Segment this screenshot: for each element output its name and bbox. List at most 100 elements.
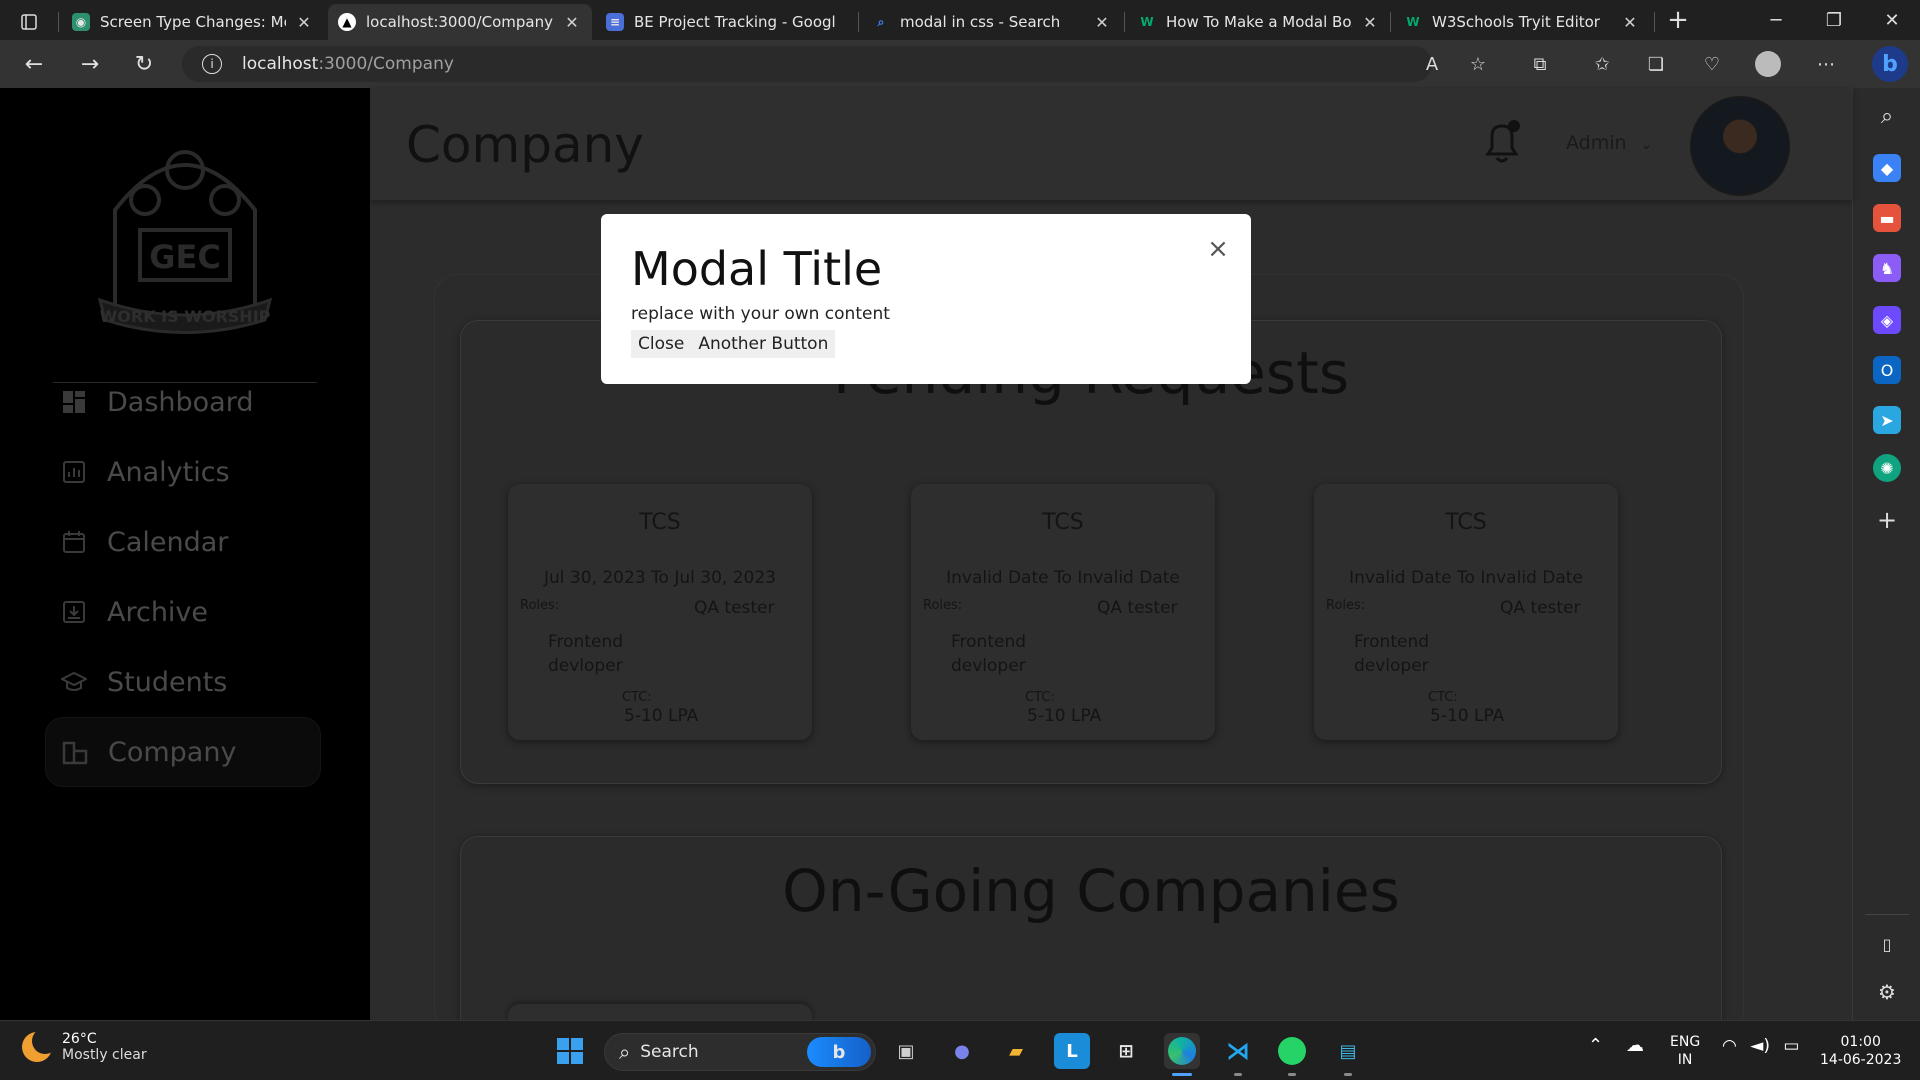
onedrive-button[interactable]: ☁ (1626, 1037, 1644, 1055)
close-window-button[interactable]: ✕ (1864, 0, 1920, 40)
roles-label: Roles: (1326, 598, 1366, 613)
url-field[interactable]: i localhost:3000/Company (182, 46, 1432, 82)
office-icon: ◈ (1880, 310, 1894, 330)
outlook-icon: O (1880, 360, 1894, 380)
refresh-button[interactable]: ↻ (126, 48, 162, 80)
back-button[interactable]: ← (16, 48, 52, 80)
sidebar-item-analytics[interactable]: Analytics (45, 437, 321, 507)
calendar-icon (61, 529, 87, 555)
avatar[interactable] (1690, 96, 1790, 196)
shopping-button[interactable]: ◆ (1873, 154, 1901, 182)
info-icon[interactable]: i (202, 54, 222, 74)
office-button[interactable]: ◈ (1873, 306, 1901, 334)
extensions-button[interactable]: ⧉ (1526, 50, 1554, 78)
archive-icon (61, 599, 87, 625)
request-card[interactable]: TCS Jul 30, 2023 To Jul 30, 2023 Roles: … (508, 484, 812, 740)
sidebar-item-company[interactable]: Company (45, 717, 321, 787)
svg-text:WORK IS WORSHIP: WORK IS WORSHIP (100, 307, 271, 326)
ctc-label: CTC: (1428, 690, 1458, 705)
puzzle-icon: ⧉ (1533, 53, 1547, 75)
modal-close-button[interactable]: Close (631, 334, 691, 354)
role-item: Frontend devloper (1354, 632, 1430, 676)
teams-chat-button[interactable]: ● (944, 1033, 980, 1069)
bing-icon[interactable]: b (807, 1037, 871, 1067)
date-range: Invalid Date To Invalid Date (1349, 568, 1583, 588)
notification-bell-icon[interactable] (1480, 118, 1524, 166)
url-path: :3000/Company (318, 54, 454, 74)
roles-label: Roles: (923, 598, 963, 613)
minimize-button[interactable]: ─ (1748, 0, 1804, 40)
tab-tryit-editor[interactable]: W W3Schools Tryit Editor ✕ (1394, 4, 1650, 40)
collections-button[interactable]: ❏ (1642, 50, 1670, 78)
sidebar-item-archive[interactable]: Archive (45, 577, 321, 647)
app-sidebar: GEC WORK IS WORSHIP Dashboard Analytics … (0, 88, 370, 1020)
tab-close-icon[interactable]: ✕ (1092, 13, 1112, 32)
chat-icon: ● (954, 1040, 970, 1062)
restore-button[interactable]: ❐ (1806, 0, 1862, 40)
show-hidden-icons-button[interactable]: ⌃ (1588, 1037, 1603, 1055)
new-tab-button[interactable]: + (1650, 0, 1706, 40)
settings-menu-button[interactable]: ⋯ (1812, 50, 1840, 78)
tab-close-icon[interactable]: ✕ (1360, 13, 1380, 32)
forward-button[interactable]: → (72, 48, 108, 80)
tab-modal-box[interactable]: W How To Make a Modal Box ✕ (1128, 4, 1390, 40)
vscode-button[interactable]: ⋊ (1220, 1033, 1256, 1069)
toolbox-icon: ▬ (1879, 208, 1895, 228)
tab-be-project[interactable]: ≡ BE Project Tracking - Googl (596, 4, 858, 40)
request-card[interactable]: TCS Invalid Date To Invalid Date Roles: … (911, 484, 1215, 740)
l-app-button[interactable]: L (1054, 1033, 1090, 1069)
modal-close-icon[interactable]: × (1203, 234, 1233, 264)
tools-button[interactable]: ▬ (1873, 204, 1901, 232)
user-dropdown[interactable]: Admin ⌄ (1566, 132, 1652, 154)
chatgpt-button[interactable]: ✺ (1873, 454, 1901, 482)
date-range: Jul 30, 2023 To Jul 30, 2023 (544, 568, 776, 588)
favorite-button[interactable]: ☆ (1464, 50, 1492, 78)
edge-search-button[interactable]: ⌕ (1873, 102, 1901, 130)
performance-button[interactable]: ♡ (1698, 50, 1726, 78)
search-label: Search (640, 1042, 699, 1062)
read-aloud-button[interactable]: A (1418, 50, 1446, 78)
notepad-button[interactable]: ▤ (1330, 1033, 1366, 1069)
bing-chat-button[interactable]: b (1872, 46, 1908, 82)
tab-close-icon[interactable]: ✕ (294, 13, 314, 32)
profile-button[interactable] (1754, 50, 1782, 78)
collections-icon: ❏ (1647, 53, 1665, 75)
add-sidebar-app-button[interactable]: + (1873, 506, 1901, 534)
sidebar-settings-button[interactable]: ⚙ (1873, 978, 1901, 1006)
tab-title: W3Schools Tryit Editor (1432, 13, 1600, 31)
whatsapp-button[interactable] (1274, 1033, 1310, 1069)
tab-title: How To Make a Modal Box (1166, 13, 1352, 31)
sidebar-item-dashboard[interactable]: Dashboard (45, 367, 321, 437)
favorites-button[interactable]: ✩ (1588, 50, 1616, 78)
tab-localhost-company[interactable]: ▲ localhost:3000/Company ✕ (328, 4, 592, 40)
tab-screen-type[interactable]: ◉ Screen Type Changes: Medi ✕ (62, 4, 324, 40)
clock[interactable]: 01:00 14-06-2023 (1820, 1033, 1901, 1069)
hide-sidebar-button[interactable]: ▯ (1873, 930, 1901, 958)
outlook-button[interactable]: O (1873, 356, 1901, 384)
language-indicator[interactable]: ENG IN (1670, 1033, 1700, 1069)
role-item: QA tester (1500, 598, 1581, 618)
sidebar-item-students[interactable]: Students (45, 647, 321, 717)
edge-button[interactable] (1164, 1033, 1200, 1069)
store-button[interactable]: ⊞ (1108, 1033, 1144, 1069)
task-view-button[interactable]: ▣ (888, 1033, 924, 1069)
send-button[interactable]: ➤ (1873, 406, 1901, 434)
clock-date: 14-06-2023 (1820, 1052, 1902, 1068)
ctc-value: 5-10 LPA (624, 706, 699, 726)
start-button[interactable] (552, 1033, 588, 1069)
taskbar-search[interactable]: ⌕ Search b (604, 1033, 876, 1071)
tab-close-icon[interactable]: ✕ (562, 13, 582, 32)
sidebar-item-label: Dashboard (107, 386, 254, 418)
sidebar-item-calendar[interactable]: Calendar (45, 507, 321, 577)
tab-close-icon[interactable]: ✕ (1620, 13, 1640, 32)
request-card[interactable]: TCS Invalid Date To Invalid Date Roles: … (1314, 484, 1618, 740)
weather-widget[interactable]: 26°C Mostly clear (22, 1028, 147, 1063)
games-button[interactable]: ♞ (1873, 254, 1901, 282)
quick-settings-button[interactable]: ◠ ◄) ▭ (1722, 1037, 1799, 1055)
page-title: Company (406, 116, 644, 174)
running-app-indicator (1288, 1073, 1296, 1076)
file-explorer-button[interactable]: ▰ (998, 1033, 1034, 1069)
modal-another-button[interactable]: Another Button (691, 334, 835, 354)
tab-modal-search[interactable]: ⌕ modal in css - Search ✕ (862, 4, 1122, 40)
tab-actions-button[interactable] (10, 4, 50, 40)
